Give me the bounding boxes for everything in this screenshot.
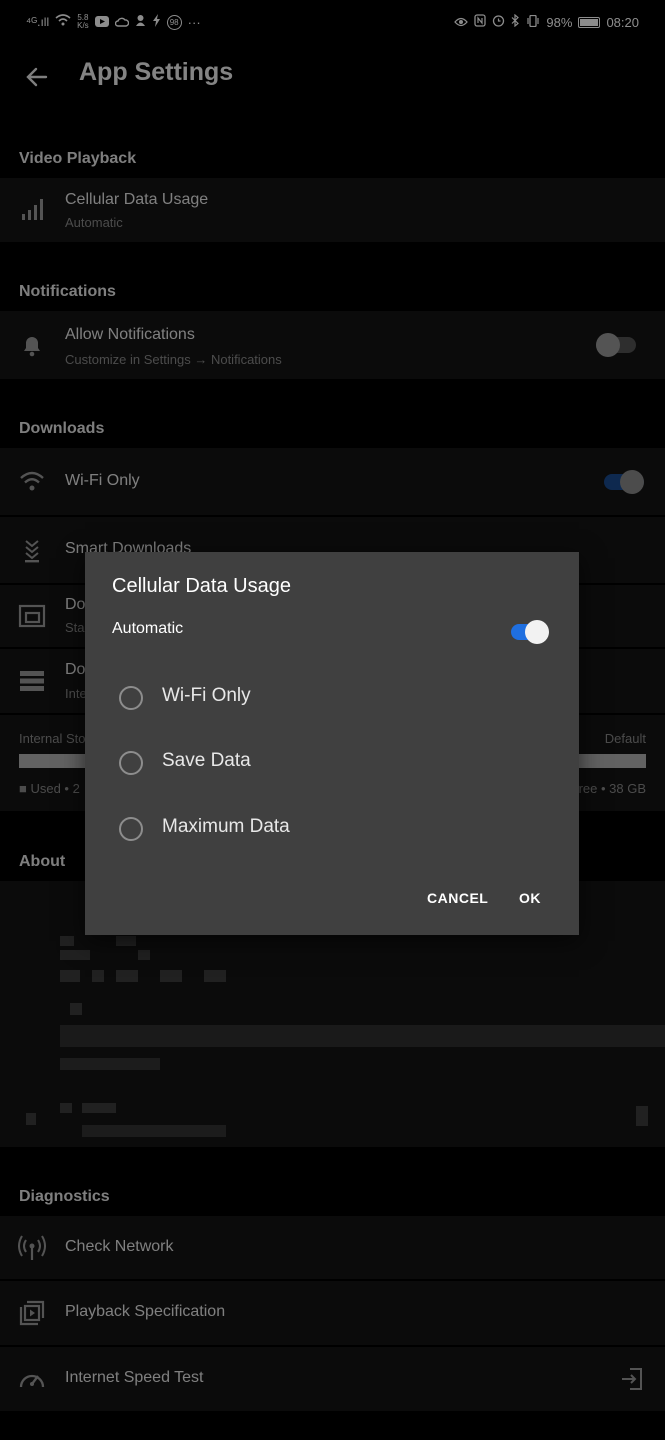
option-label: Maximum Data (162, 816, 290, 837)
radio-button[interactable] (119, 817, 143, 841)
automatic-label: Automatic (112, 620, 184, 637)
radio-button[interactable] (119, 751, 143, 775)
dialog-title: Cellular Data Usage (112, 575, 291, 597)
option-maximum-data[interactable]: Maximum Data (119, 810, 539, 850)
option-wifi-only[interactable]: Wi-Fi Only (119, 679, 539, 719)
ok-button[interactable]: OK (519, 890, 541, 906)
cellular-data-usage-dialog: Cellular Data Usage Automatic Wi-Fi Only… (85, 552, 579, 935)
radio-button[interactable] (119, 686, 143, 710)
cancel-button[interactable]: CANCEL (427, 890, 488, 906)
automatic-toggle[interactable] (511, 620, 549, 644)
option-save-data[interactable]: Save Data (119, 744, 539, 784)
toggle-knob (525, 620, 549, 644)
option-label: Save Data (162, 750, 251, 771)
option-label: Wi-Fi Only (162, 685, 251, 706)
